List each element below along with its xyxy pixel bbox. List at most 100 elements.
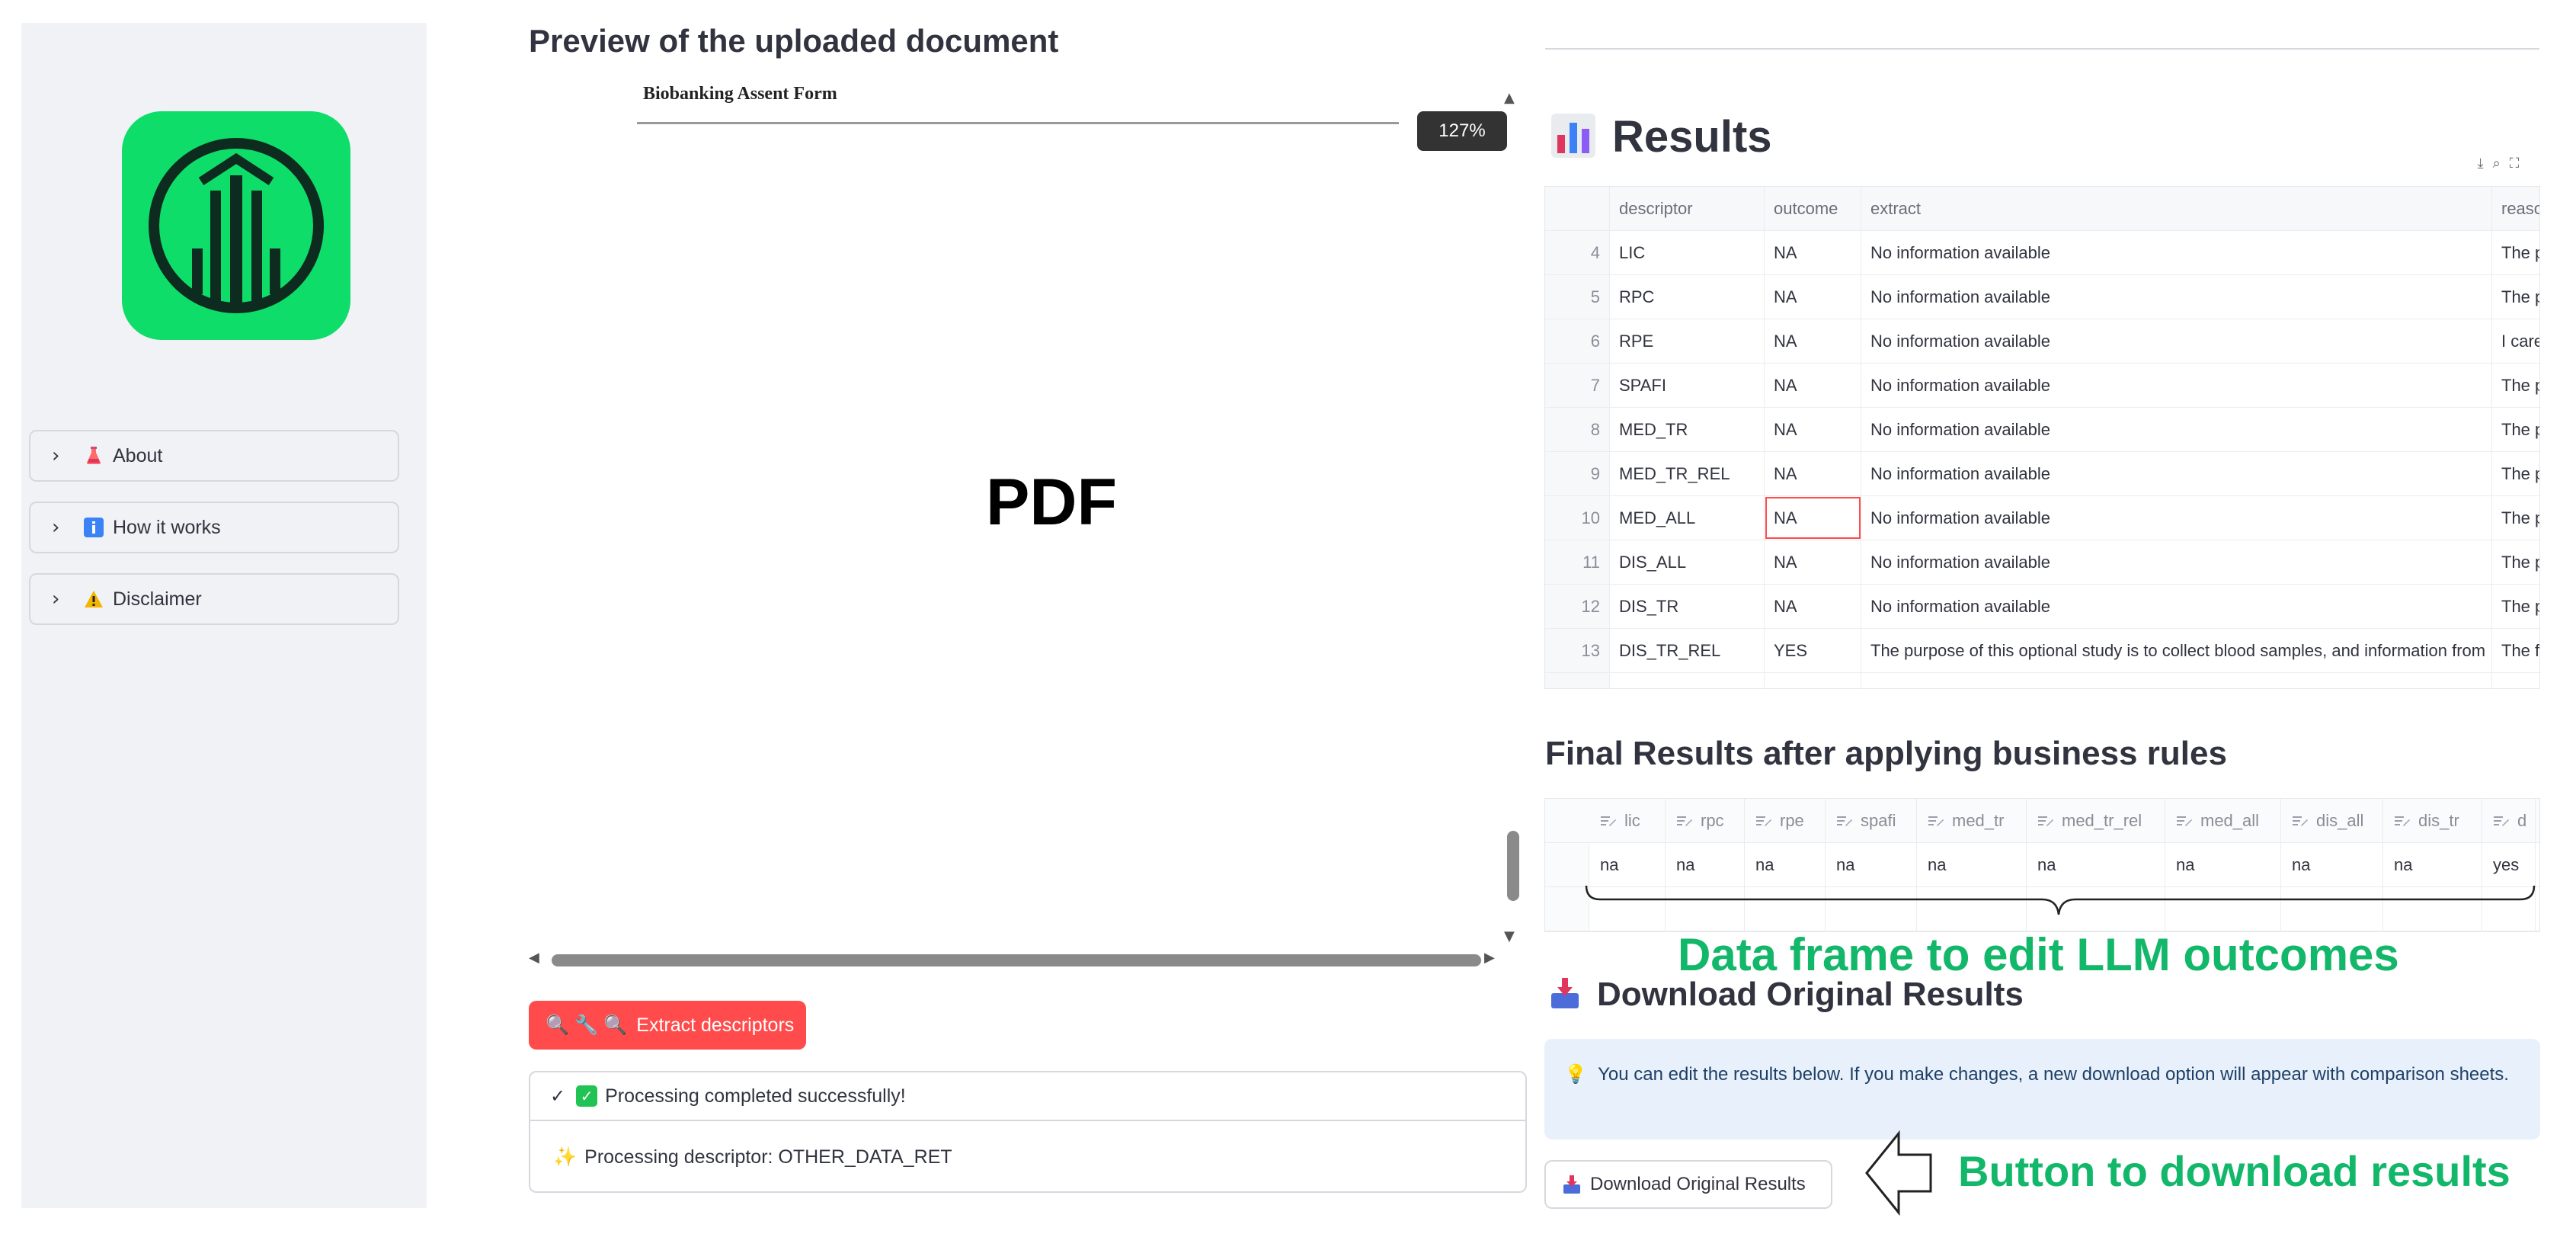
download-original-results-button[interactable]: Download Original Results: [1544, 1160, 1832, 1209]
cell-extract[interactable]: No information available: [1861, 408, 2492, 451]
cell-descriptor[interactable]: LIC: [1610, 231, 1765, 274]
cell-outcome[interactable]: YES: [1765, 629, 1861, 672]
cell-descriptor[interactable]: MED_TR_REL: [1610, 452, 1765, 495]
cell-reason[interactable]: The f: [2492, 673, 2539, 689]
cell-descriptor[interactable]: DIS_TR_REL: [1610, 629, 1765, 672]
cell-descriptor[interactable]: DIS_TR_TA: [1610, 673, 1765, 688]
final-header-med_tr[interactable]: med_tr: [1917, 799, 2027, 842]
expander-disclaimer[interactable]: › Disclaimer: [29, 573, 399, 625]
cell-extract[interactable]: No information available: [1861, 540, 2492, 584]
cell-reason[interactable]: The p: [2492, 496, 2539, 540]
cell-descriptor[interactable]: DIS_TR: [1610, 585, 1765, 628]
cell-extract[interactable]: No information available: [1861, 364, 2492, 407]
final-cell-spafi[interactable]: na: [1826, 843, 1917, 886]
final-cell-d[interactable]: yes: [2482, 843, 2536, 886]
cell-reason[interactable]: The p: [2492, 408, 2539, 451]
cell-extract[interactable]: No information available: [1861, 275, 2492, 319]
cell-extract[interactable]: No information available: [1861, 319, 2492, 363]
cell-extract[interactable]: The purpose of this optional study is to…: [1861, 629, 2492, 672]
download-icon[interactable]: ⤓: [2478, 155, 2484, 171]
header-descriptor[interactable]: descriptor: [1610, 187, 1765, 230]
table-row[interactable]: 5 RPC NA No information available The p: [1545, 275, 2539, 319]
cell-outcome[interactable]: NA: [1765, 231, 1861, 274]
table-row[interactable]: 6 RPE NA No information available I care: [1545, 319, 2539, 364]
header-reason[interactable]: reaso: [2492, 187, 2539, 230]
final-cell-med_tr[interactable]: na: [1917, 843, 2027, 886]
final-header-dis_tr[interactable]: dis_tr: [2383, 799, 2482, 842]
horizontal-scrollbar[interactable]: [552, 954, 1481, 966]
cell-extract[interactable]: No information available: [1861, 231, 2492, 274]
table-row[interactable]: 14DIS_TR_TANANo information availableThe…: [1545, 673, 2539, 689]
cell-outcome[interactable]: NA: [1765, 496, 1861, 540]
cell-outcome[interactable]: NA: [1765, 540, 1861, 584]
results-table[interactable]: descriptor outcome extract reaso 4 LIC NA N…: [1544, 186, 2540, 689]
cell-extract[interactable]: No information available: [1861, 452, 2492, 495]
final-header-med_all[interactable]: med_all: [2165, 799, 2281, 842]
cell-descriptor[interactable]: MED_TR: [1610, 408, 1765, 451]
final-header-spafi[interactable]: spafi: [1826, 799, 1917, 842]
final-header-d[interactable]: d: [2482, 799, 2536, 842]
final-cell-med_tr_rel[interactable]: na: [2027, 843, 2165, 886]
scroll-right-arrow-icon[interactable]: ▶: [1484, 950, 1495, 966]
cell-reason[interactable]: The p: [2492, 540, 2539, 584]
cell-outcome[interactable]: NA: [1765, 364, 1861, 407]
cell-outcome[interactable]: NA: [1765, 673, 1861, 688]
cell-outcome[interactable]: NA: [1765, 585, 1861, 628]
table-row[interactable]: 9 MED_TR_REL NA No information available The…: [1545, 452, 2539, 496]
final-cell-rpe[interactable]: na: [1745, 843, 1826, 886]
final-results-title: Final Results after applying business ru…: [1545, 735, 2227, 772]
cell-reason[interactable]: The p: [2492, 275, 2539, 319]
header-extract[interactable]: extract: [1861, 187, 2492, 230]
cell-descriptor[interactable]: RPC: [1610, 275, 1765, 319]
cell-extract[interactable]: No information available: [1861, 585, 2492, 628]
vertical-scrollbar[interactable]: [1507, 831, 1519, 901]
final-header-lic[interactable]: lic: [1589, 799, 1666, 842]
extract-descriptors-button[interactable]: 🔍 🔧 🔍 Extract descriptors: [529, 1001, 806, 1050]
cell-reason[interactable]: The p: [2492, 452, 2539, 495]
table-row[interactable]: 7 SPAFI NA No information available The p: [1545, 364, 2539, 408]
table-row[interactable]: 8 MED_TR NA No information available The p: [1545, 408, 2539, 452]
scroll-left-arrow-icon[interactable]: ◀: [529, 950, 539, 966]
table-row[interactable]: 10 MED_ALL NA No information available The p: [1545, 496, 2539, 540]
cell-extract[interactable]: No information available: [1861, 673, 2492, 688]
pdf-viewer[interactable]: Biobanking Assent Form 127% PDF ▲ ▼ ◀ ▶: [529, 84, 1528, 977]
cell-reason[interactable]: The p: [2492, 585, 2539, 628]
cell-reason[interactable]: The p: [2492, 364, 2539, 407]
cell-descriptor[interactable]: RPE: [1610, 319, 1765, 363]
final-header-rpc[interactable]: rpc: [1666, 799, 1745, 842]
cell-outcome[interactable]: NA: [1765, 275, 1861, 319]
table-row[interactable]: 12 DIS_TR NA No information available The p: [1545, 585, 2539, 629]
cell-extract[interactable]: No information available: [1861, 496, 2492, 540]
cell-reason[interactable]: The fo: [2492, 629, 2539, 672]
cell-descriptor[interactable]: MED_ALL: [1610, 496, 1765, 540]
final-header-dis_all[interactable]: dis_all: [2281, 799, 2383, 842]
cell-reason[interactable]: The p: [2492, 231, 2539, 274]
final-cell-lic[interactable]: na: [1589, 843, 1666, 886]
status-header[interactable]: ✓ ✓ Processing completed successfully!: [530, 1072, 1525, 1121]
cell-outcome[interactable]: NA: [1765, 319, 1861, 363]
fullscreen-icon[interactable]: ⛶: [2510, 155, 2520, 171]
final-cell-rpc[interactable]: na: [1666, 843, 1745, 886]
table-row[interactable]: 4 LIC NA No information available The p: [1545, 231, 2539, 275]
table-row[interactable]: 13 DIS_TR_REL YES The purpose of this optio…: [1545, 629, 2539, 673]
final-header-rpe[interactable]: rpe: [1745, 799, 1826, 842]
status-descriptor-text: Processing descriptor: OTHER_DATA_RET: [584, 1146, 952, 1168]
cell-outcome[interactable]: NA: [1765, 452, 1861, 495]
search-icon[interactable]: ⌕: [2493, 155, 2501, 171]
expander-about[interactable]: › About: [29, 430, 399, 482]
scroll-up-arrow-icon[interactable]: ▲: [1504, 90, 1515, 106]
cell-outcome[interactable]: NA: [1765, 408, 1861, 451]
scroll-down-arrow-icon[interactable]: ▼: [1504, 928, 1515, 944]
final-header-med_tr_rel[interactable]: med_tr_rel: [2027, 799, 2165, 842]
cell-descriptor[interactable]: SPAFI: [1610, 364, 1765, 407]
cell-reason[interactable]: I care: [2492, 319, 2539, 363]
cell-descriptor[interactable]: DIS_ALL: [1610, 540, 1765, 584]
table-row[interactable]: 11 DIS_ALL NA No information available The p: [1545, 540, 2539, 585]
final-cell-dis_tr[interactable]: na: [2383, 843, 2482, 886]
header-outcome[interactable]: outcome: [1765, 187, 1861, 230]
status-expander[interactable]: ✓ ✓ Processing completed successfully! ✨…: [529, 1071, 1527, 1193]
final-values-row[interactable]: na na na na na na na na na yes: [1545, 843, 2539, 887]
expander-how-it-works[interactable]: › How it works: [29, 502, 399, 553]
final-cell-med_all[interactable]: na: [2165, 843, 2281, 886]
final-cell-dis_all[interactable]: na: [2281, 843, 2383, 886]
